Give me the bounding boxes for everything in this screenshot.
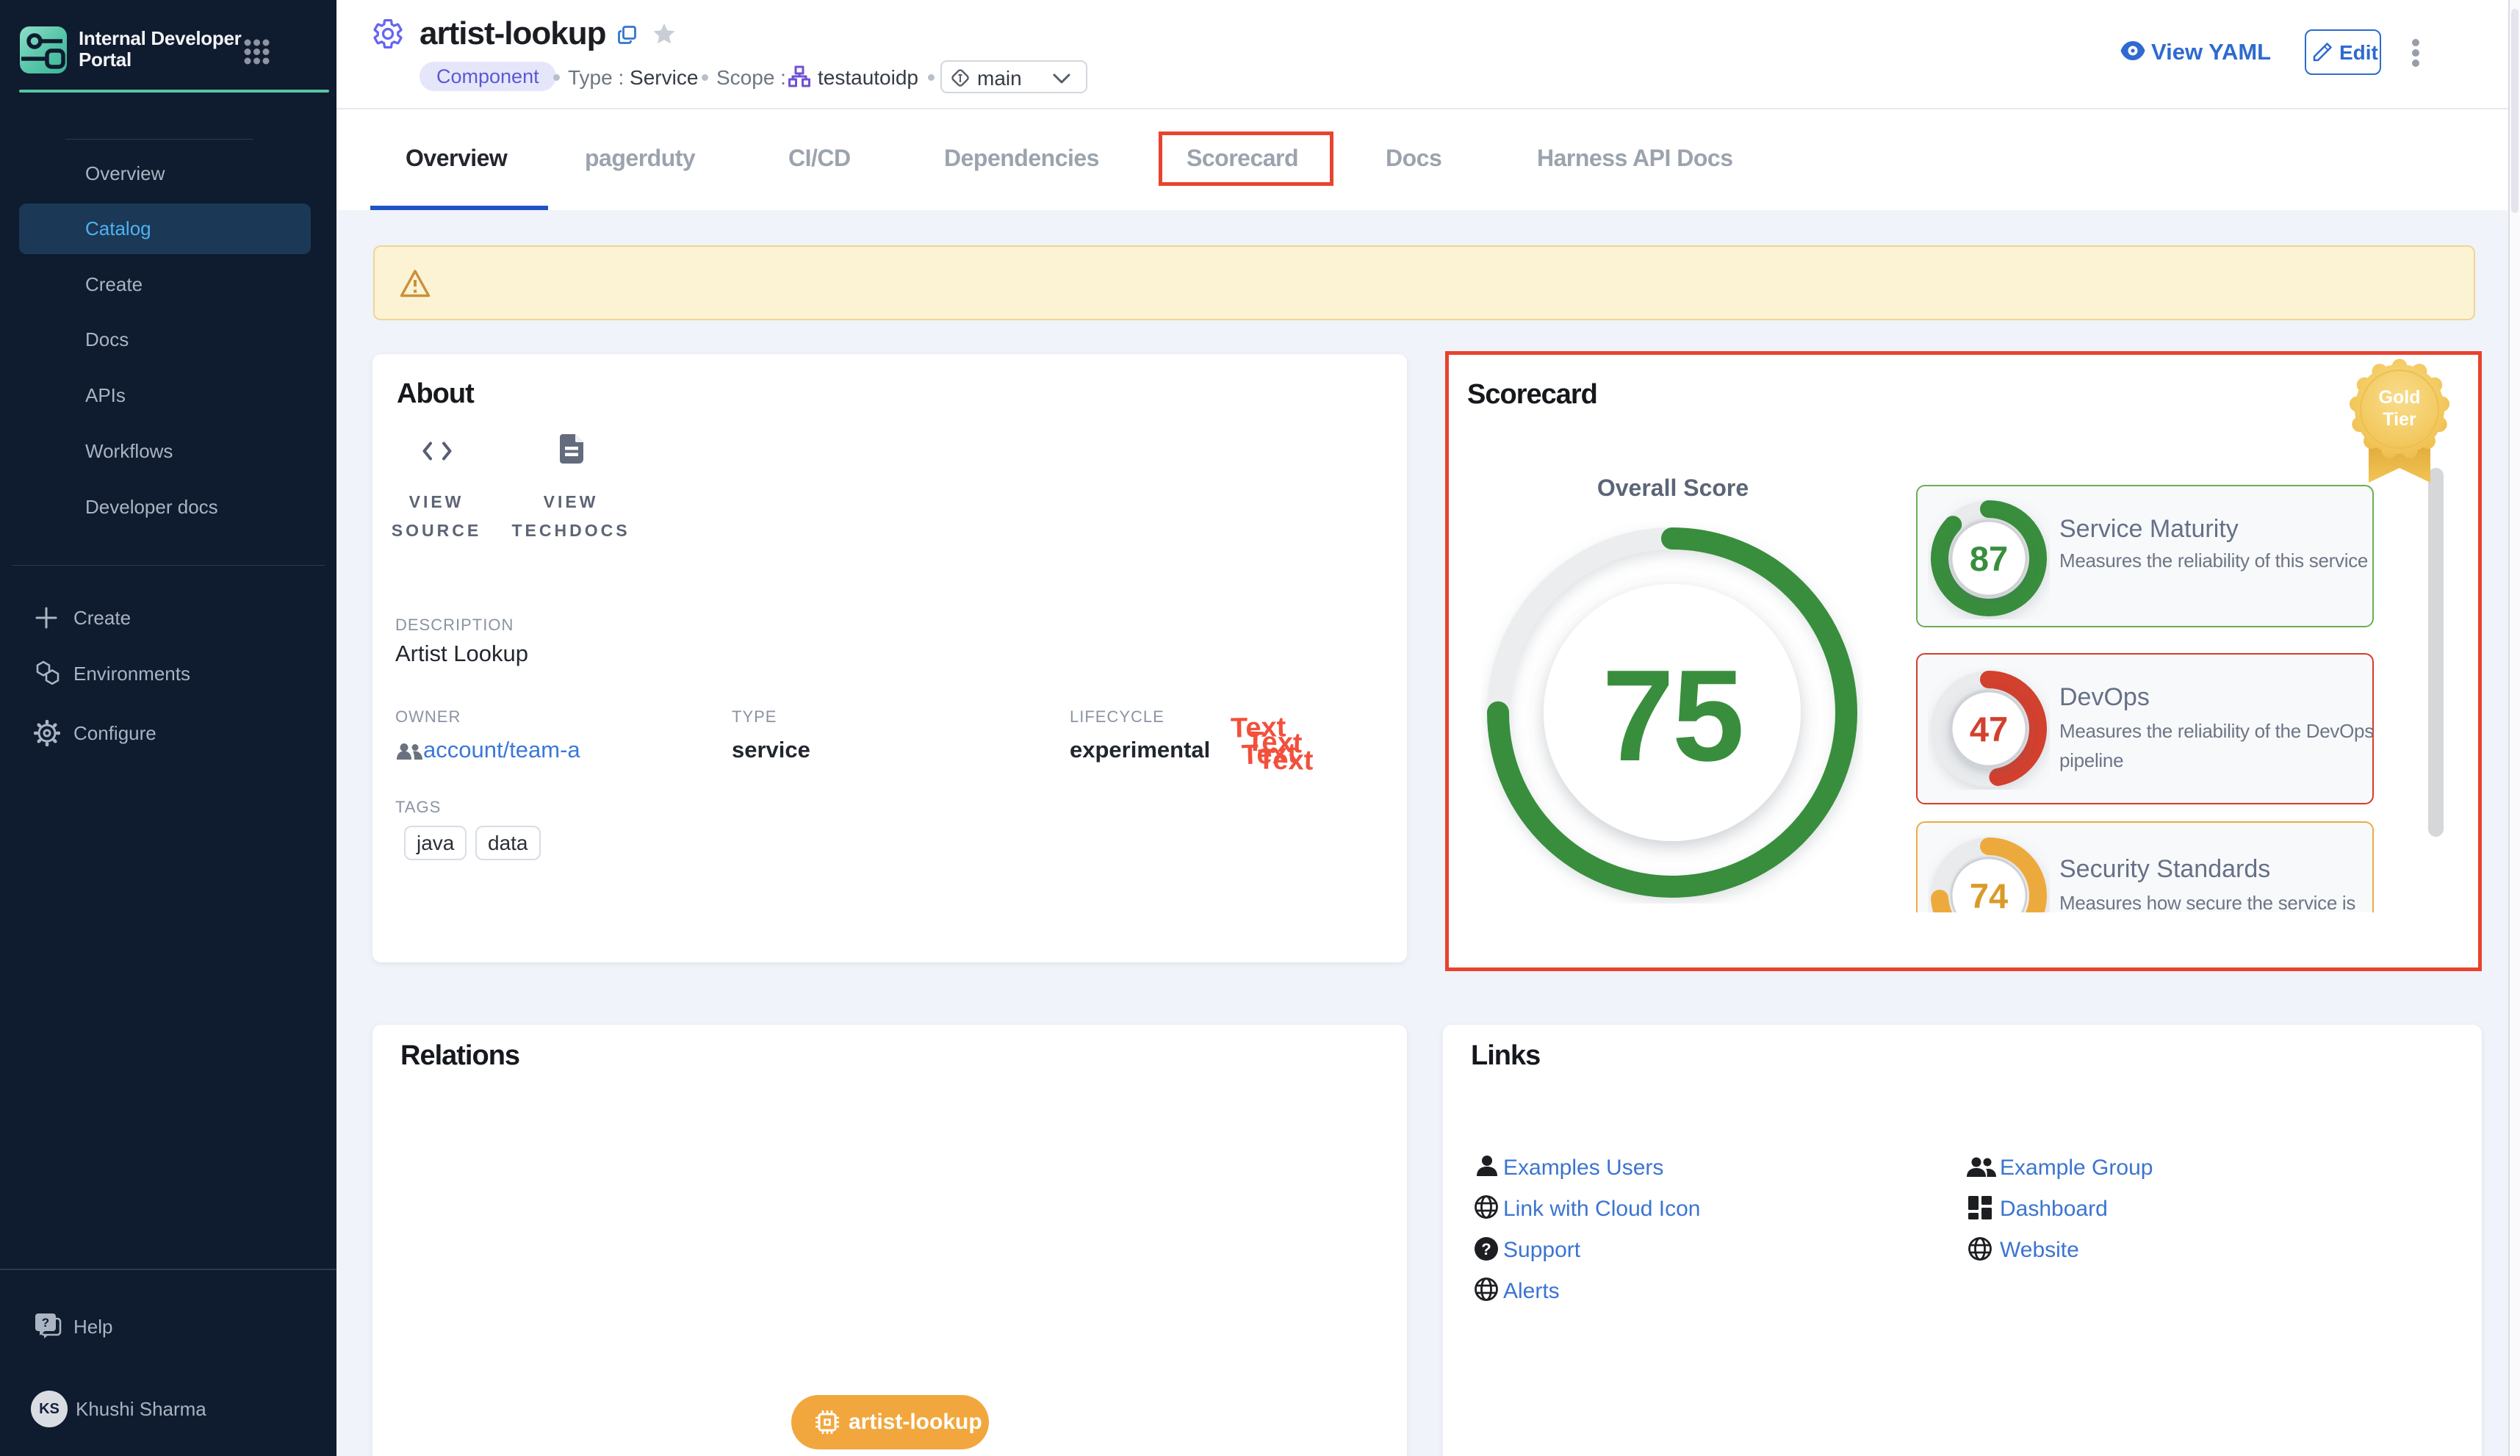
svg-text:Gold: Gold bbox=[2379, 387, 2421, 408]
svg-text:47: 47 bbox=[1970, 710, 2008, 749]
svg-text:?: ? bbox=[1481, 1240, 1491, 1258]
svg-text:?: ? bbox=[42, 1316, 49, 1330]
svg-text:74: 74 bbox=[1970, 876, 2008, 912]
svg-text:75: 75 bbox=[1602, 643, 1743, 788]
svg-text:87: 87 bbox=[1970, 539, 2008, 578]
svg-text:Tier: Tier bbox=[2383, 409, 2416, 430]
